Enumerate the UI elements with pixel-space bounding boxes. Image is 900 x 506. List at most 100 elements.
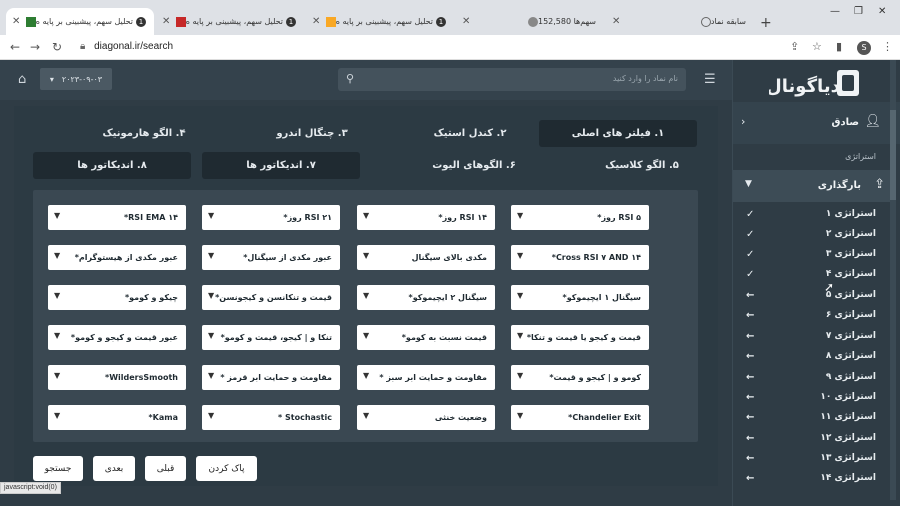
filter-label: Kama* [148,413,178,422]
sidebar-item-strategy-9[interactable]: استراتژی ۹ ← [746,368,876,386]
tab-candlestick[interactable]: ۲. کندل استیک [410,120,530,147]
next-button[interactable]: بعدی [93,456,135,481]
section-label: استراتژی [845,152,876,161]
check-icon: ✓ [746,228,755,240]
sidebar-item-strategy-4[interactable]: استراتژی ۴ ✓ [746,265,876,283]
user-icon: 👤︎ [864,114,881,129]
filter-dropdown[interactable]: Stochastic * ▼ [202,405,340,430]
filter-label: وضعیت خنثی [434,413,487,422]
browser-tab-5[interactable]: سابقه نماد ✕ [606,8,754,35]
close-tab-icon[interactable]: ✕ [162,16,170,27]
search-input[interactable]: ⚲ نام نماد را وارد کنید [338,68,686,91]
filter-dropdown[interactable]: RSI ۲۱ روز* ▼ [202,205,340,230]
sidebar-item-strategy-8[interactable]: استراتژی ۸ ← [746,347,876,365]
sidebar-item-strategy-11[interactable]: استراتژی ۱۱ ← [746,408,876,426]
tab-classic-pattern[interactable]: ۵. الگو کلاسیک [586,152,698,179]
filter-dropdown[interactable]: Cross RSI ۷ AND ۱۴* ▼ [511,245,649,270]
sidebar-item-strategy-1[interactable]: استراتژی ۱ ✓ [746,205,876,223]
close-tab-icon[interactable]: ✕ [612,16,620,27]
close-window-icon[interactable]: ✕ [878,6,886,17]
hamburger-menu-icon[interactable]: ☰ [704,72,716,87]
previous-button[interactable]: قبلی [145,456,186,481]
filter-dropdown[interactable]: سیگنال ۱ ایچیموکو* ▼ [511,285,649,310]
site-favicon-icon [25,16,36,27]
sidebar-item-strategy-2[interactable]: استراتژی ۲ ✓ [746,225,876,243]
filter-dropdown[interactable]: عبور مکدی از هیستوگرام* ▼ [48,245,186,270]
filter-dropdown[interactable]: Kama* ▼ [48,405,186,430]
chevron-down-icon: ▼ [54,331,61,340]
maximize-icon[interactable]: ❐ [854,6,863,17]
tab-andrews-pitchfork[interactable]: ۳. چنگال اندرو [248,120,376,147]
filter-dropdown[interactable]: قیمت و کیجو یا قیمت و تنکا* ▼ [511,325,649,350]
strategy-label: استراتژی ۱۱ [820,412,876,422]
close-tab-icon[interactable]: ✕ [462,16,470,27]
filter-dropdown[interactable]: RSI ۱۴ روز* ▼ [357,205,495,230]
bookmark-star-icon[interactable]: ☆ [812,40,822,53]
filter-dropdown[interactable]: مقاومت و حمایت ابر سبز * ▼ [357,365,495,390]
back-icon[interactable]: ← [10,40,20,54]
filter-dropdown[interactable]: RSI ۵ روز* ▼ [511,205,649,230]
forward-icon[interactable]: → [30,40,40,54]
filter-dropdown[interactable]: قیمت و تنکانسن و کیجونسن* ▼ [202,285,340,310]
filter-dropdown[interactable]: Chandelier Exit* ▼ [511,405,649,430]
filter-dropdown[interactable]: وضعیت خنثی ▼ [357,405,495,430]
new-tab-icon[interactable]: + [760,15,772,31]
browser-tab-4[interactable]: سهم‌ها 152,580 ✕ [456,8,604,35]
filter-label: مقاومت و حمایت ابر قرمز * [220,373,332,382]
clear-button[interactable]: پاک کردن [196,456,257,481]
tab-title: سابقه نماد [710,17,746,26]
filter-label: Chandelier Exit* [568,413,641,422]
filter-dropdown[interactable]: قیمت نسبت به کومو* ▼ [357,325,495,350]
filter-dropdown[interactable]: عبور قیمت و کیجو و کومو* ▼ [48,325,186,350]
browser-tab-1[interactable]: 1 تحلیل سهم، پیشبینی بر پایه ه ✕ [6,8,154,35]
sidebar-item-strategy-10[interactable]: استراتژی ۱۰ ← [746,388,876,406]
minimize-icon[interactable]: — [830,6,840,17]
search-button[interactable]: جستجو [33,456,83,481]
filter-dropdown[interactable]: عبور مکدی از سیگنال* ▼ [202,245,340,270]
scrollbar-thumb[interactable] [890,110,896,200]
close-tab-icon[interactable]: ✕ [12,16,20,27]
tab-indicators-7[interactable]: ۷. اندیکاتور ها [202,152,360,179]
chevron-down-icon: ▼ [208,411,215,420]
tab-harmonic-pattern[interactable]: ۴. الگو هارمونیک [80,120,208,147]
filter-dropdown[interactable]: تنکا و | کیجو، قیمت و کومو* ▼ [202,325,340,350]
filter-label: Stochastic * [278,413,332,422]
sidebar-item-strategy-5[interactable]: استراتژی ۵ ← [746,286,876,304]
browser-tab-2[interactable]: 1 تحلیل سهم، پیشبینی بر پایه ه ✕ [156,8,304,35]
browser-tab-3[interactable]: 1 تحلیل سهم، پیشبینی بر پایه ه ✕ [306,8,454,35]
sidebar-item-strategy-3[interactable]: استراتژی ۳ ✓ [746,245,876,263]
filter-label: RSI ۵ روز* [597,213,641,222]
profile-avatar[interactable]: S [857,41,871,55]
user-row[interactable]: › صادق 👤︎ [733,102,900,144]
share-icon[interactable]: ⇪ [790,40,799,53]
filter-label: RSI ۲۱ روز* [283,213,332,222]
tab-elliott-patterns[interactable]: ۶. الگوهای الیوت [410,152,538,179]
reload-icon[interactable]: ↻ [52,40,62,54]
strategy-label: استراتژی ۱۰ [820,392,876,402]
sidebar-item-strategy-6[interactable]: استراتژی ۶ ← [746,306,876,324]
filter-dropdown[interactable]: WildersSmooth* ▼ [48,365,186,390]
filter-dropdown[interactable]: مقاومت و حمایت ابر قرمز * ▼ [202,365,340,390]
menu-kebab-icon[interactable]: ⋮ [882,40,893,53]
upload-menu[interactable]: ▼ بارگذاری ⇪ [733,170,891,202]
close-tab-icon[interactable]: ✕ [312,16,320,27]
sidebar-item-strategy-14[interactable]: استراتژی ۱۴ ← [746,469,876,487]
home-icon[interactable]: ⌂ [18,72,32,87]
filter-dropdown[interactable]: چیکو و کومو* ▼ [48,285,186,310]
url-field[interactable]: 🔒︎ diagonal.ir/search [80,41,173,52]
filter-dropdown[interactable]: سیگنال ۲ ایچیموکو* ▼ [357,285,495,310]
filter-dropdown[interactable]: RSI EMA ۱۴* ▼ [48,205,186,230]
filter-dropdown[interactable]: کومو و | کیجو و قیمت* ▼ [511,365,649,390]
sidebar-item-strategy-12[interactable]: استراتژی ۱۲ ← [746,429,876,447]
check-icon: ✓ [746,248,755,260]
chevron-right-icon[interactable]: › [741,115,745,128]
filter-dropdown[interactable]: مکدی بالای سیگنال ▼ [357,245,495,270]
tab-main-filters[interactable]: ۱. فیلتر های اصلی [539,120,697,147]
sidepanel-icon[interactable]: ▮ [836,40,842,53]
tab-indicators-8[interactable]: ۸. اندیکاتور ها [33,152,191,179]
upload-icon: ⇪ [874,177,885,192]
filter-label: عبور قیمت و کیجو و کومو* [70,333,178,342]
sidebar-item-strategy-7[interactable]: استراتژی ۷ ← [746,327,876,345]
sidebar-item-strategy-13[interactable]: استراتژی ۱۳ ← [746,449,876,467]
date-selector[interactable]: ▾ ۲۰۲۳-۰۹-۰۳ [40,68,112,90]
